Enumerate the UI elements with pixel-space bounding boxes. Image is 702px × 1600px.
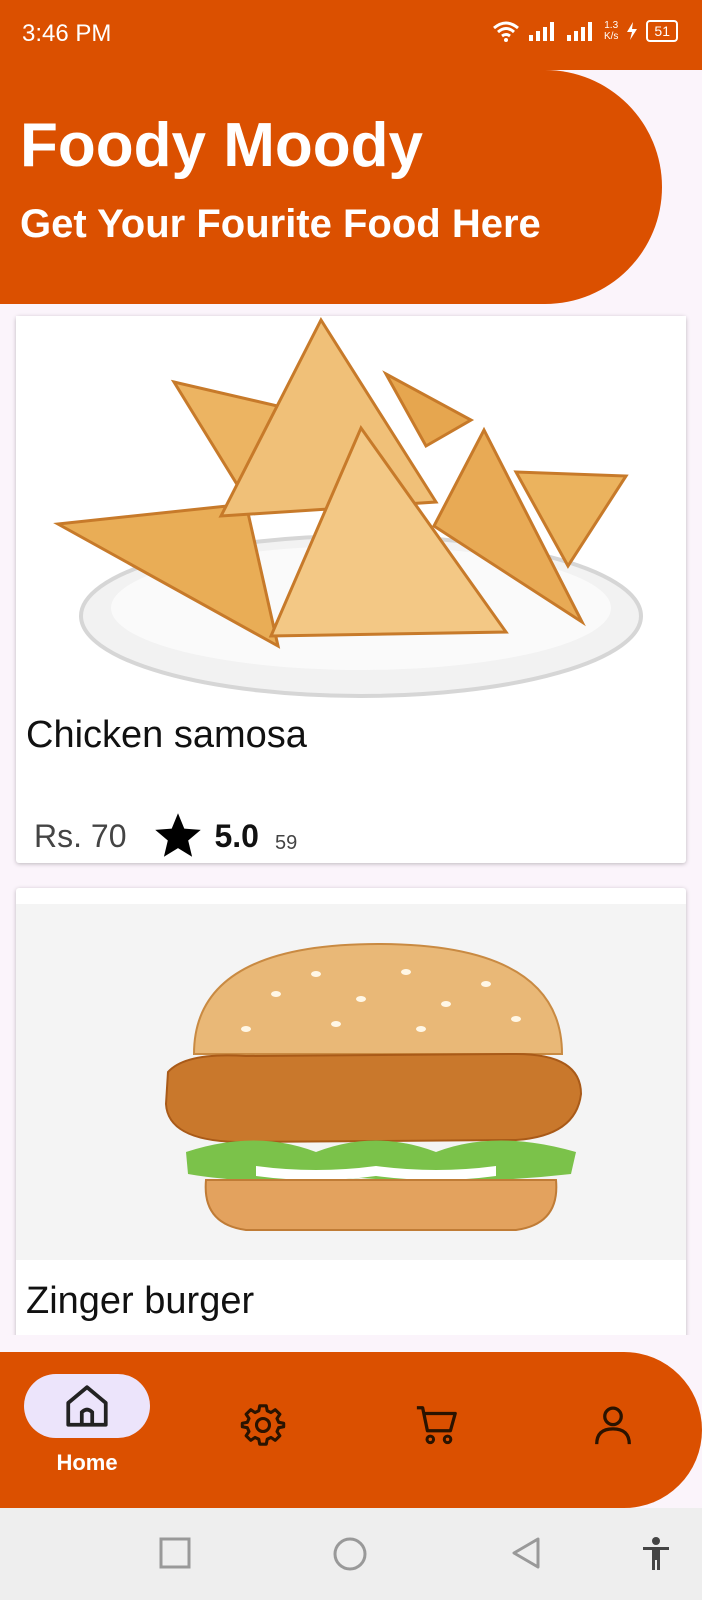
app-subtitle: Get Your Fourite Food Here xyxy=(20,202,541,246)
home-button-icon[interactable] xyxy=(332,1536,368,1572)
food-card[interactable]: Chicken samosa Rs. 70 5.0 59 xyxy=(16,316,686,863)
speed-value: 1.3 xyxy=(604,20,619,31)
food-image-samosa[interactable] xyxy=(16,316,686,706)
speed-unit: K/s xyxy=(603,31,619,42)
star-icon xyxy=(155,813,202,857)
home-icon xyxy=(66,1385,108,1427)
cart-icon[interactable] xyxy=(414,1402,460,1448)
charging-icon xyxy=(627,22,638,40)
gear-icon[interactable] xyxy=(240,1402,286,1448)
app-title: Foody Moody xyxy=(20,111,423,180)
food-price: Rs. 70 xyxy=(34,817,127,854)
wifi-icon xyxy=(493,21,519,42)
system-navigation-bar xyxy=(0,1508,702,1600)
samosa-illustration xyxy=(53,316,643,698)
food-card[interactable]: Zinger burger xyxy=(16,888,686,1335)
status-icons: 1.3 K/s 51 xyxy=(492,20,678,42)
recents-icon[interactable] xyxy=(158,1536,192,1570)
bottom-navigation: Home xyxy=(0,1352,702,1508)
review-count: 59 xyxy=(274,831,298,854)
signal-icon xyxy=(528,22,554,41)
battery-indicator: 51 xyxy=(646,20,678,42)
app-header: Foody Moody Get Your Fourite Food Here xyxy=(0,70,662,304)
nav-home-label[interactable]: Home xyxy=(56,1450,117,1476)
burger-illustration xyxy=(164,942,583,1231)
food-list[interactable]: Chicken samosa Rs. 70 5.0 59 Zinger burg… xyxy=(0,310,702,1335)
back-icon[interactable] xyxy=(510,1536,542,1570)
nav-home-indicator[interactable] xyxy=(24,1374,150,1438)
nav-home[interactable]: Home xyxy=(24,1374,150,1476)
signal-icon-2 xyxy=(566,22,592,41)
network-speed: 1.3 K/s xyxy=(604,20,618,42)
status-time: 3:46 PM xyxy=(22,20,112,47)
accessibility-icon[interactable] xyxy=(640,1536,672,1572)
food-name: Zinger burger xyxy=(26,1280,255,1322)
food-rating: 5.0 xyxy=(214,817,259,854)
person-icon[interactable] xyxy=(590,1402,636,1448)
food-name: Chicken samosa xyxy=(26,714,307,756)
food-meta: Rs. 70 5.0 59 xyxy=(34,810,297,862)
status-bar: 3:46 PM 1.3 K/s 51 xyxy=(0,0,702,70)
food-image-burger[interactable] xyxy=(16,904,686,1260)
